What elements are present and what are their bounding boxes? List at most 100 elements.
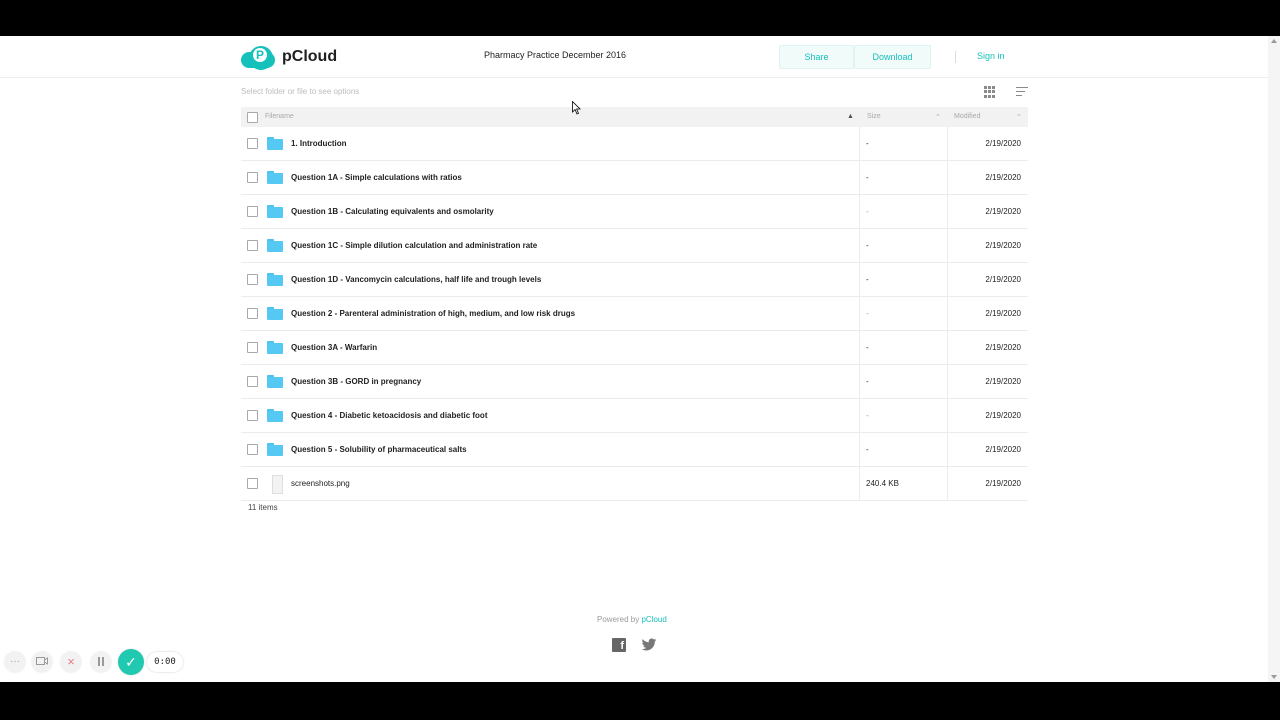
modified-sort-icon[interactable]: ⌃	[1016, 113, 1022, 121]
column-divider	[947, 467, 948, 500]
row-size: -	[866, 309, 869, 318]
folder-icon	[267, 409, 283, 422]
folder-icon	[267, 375, 283, 388]
table-body: 1. Introduction - 2/19/2020 Question 1A - S…	[241, 127, 1028, 501]
top-header: P pCloud Pharmacy Practice December 2016…	[0, 36, 1280, 78]
header-divider	[955, 51, 956, 63]
column-divider	[947, 229, 948, 262]
powered-by-link[interactable]: pCloud	[641, 615, 666, 624]
row-filename[interactable]: Question 1B - Calculating equivalents an…	[291, 207, 494, 216]
row-filename[interactable]: screenshots.png	[291, 479, 350, 488]
table-row[interactable]: screenshots.png 240.4 KB 2/19/2020	[241, 467, 1028, 501]
pause-icon[interactable]	[91, 652, 111, 672]
sort-asc-icon[interactable]: ▲	[847, 113, 854, 120]
scroll-down-icon[interactable]	[1271, 675, 1277, 679]
file-table: Filename ▲ Size ⌃ Modified ⌃ 1. Introduc…	[241, 107, 1028, 501]
column-size[interactable]: Size	[867, 113, 881, 120]
row-checkbox[interactable]	[247, 410, 258, 421]
download-button[interactable]: Download	[854, 45, 931, 69]
recording-timer: 0:00	[147, 652, 183, 672]
row-size: -	[866, 343, 869, 352]
grid-view-icon[interactable]	[984, 86, 996, 98]
pcloud-logo[interactable]: P pCloud	[241, 46, 338, 70]
column-divider	[947, 195, 948, 228]
row-checkbox[interactable]	[247, 308, 258, 319]
facebook-icon[interactable]: f	[612, 638, 626, 652]
recorder-more-icon[interactable]: ···	[5, 652, 25, 672]
table-row[interactable]: Question 4 - Diabetic ketoacidosis and d…	[241, 399, 1028, 433]
row-modified-date: 2/19/2020	[985, 343, 1021, 352]
row-filename[interactable]: Question 1C - Simple dilution calculatio…	[291, 241, 537, 250]
row-checkbox[interactable]	[247, 342, 258, 353]
file-icon	[267, 475, 283, 494]
table-row[interactable]: Question 3A - Warfarin - 2/19/2020	[241, 331, 1028, 365]
browser-page: P pCloud Pharmacy Practice December 2016…	[0, 36, 1280, 682]
row-modified-date: 2/19/2020	[985, 377, 1021, 386]
row-checkbox[interactable]	[247, 444, 258, 455]
table-row[interactable]: Question 1C - Simple dilution calculatio…	[241, 229, 1028, 263]
select-all-checkbox[interactable]	[247, 112, 258, 123]
scroll-up-icon[interactable]	[1271, 39, 1277, 43]
column-divider	[859, 229, 860, 262]
row-modified-date: 2/19/2020	[985, 445, 1021, 454]
row-modified-date: 2/19/2020	[985, 241, 1021, 250]
column-divider	[859, 399, 860, 432]
size-sort-icon[interactable]: ⌃	[935, 113, 941, 121]
folder-icon	[267, 171, 283, 184]
row-size: -	[866, 377, 869, 386]
folder-icon	[267, 307, 283, 320]
row-checkbox[interactable]	[247, 478, 258, 489]
page-scrollbar[interactable]	[1268, 36, 1280, 682]
row-filename[interactable]: Question 1D - Vancomycin calculations, h…	[291, 275, 541, 284]
row-checkbox[interactable]	[247, 240, 258, 251]
powered-by-text: Powered by	[597, 615, 642, 624]
logo-text: pCloud	[282, 48, 338, 65]
row-filename[interactable]: Question 2 - Parenteral administration o…	[291, 309, 575, 318]
webcam-icon[interactable]	[32, 652, 52, 672]
column-divider	[947, 399, 948, 432]
row-filename[interactable]: Question 3A - Warfarin	[291, 343, 377, 352]
row-filename[interactable]: Question 4 - Diabetic ketoacidosis and d…	[291, 411, 487, 420]
column-filename[interactable]: Filename	[265, 113, 294, 120]
column-divider	[947, 297, 948, 330]
table-header: Filename ▲ Size ⌃ Modified ⌃	[241, 107, 1028, 127]
column-modified[interactable]: Modified	[954, 113, 980, 120]
row-modified-date: 2/19/2020	[985, 139, 1021, 148]
row-modified-date: 2/19/2020	[985, 411, 1021, 420]
sign-in-link[interactable]: Sign in	[977, 51, 1005, 61]
share-button[interactable]: Share	[779, 45, 854, 69]
column-divider	[859, 365, 860, 398]
folder-icon	[267, 443, 283, 456]
table-row[interactable]: Question 5 - Solubility of pharmaceutica…	[241, 433, 1028, 467]
cancel-recording-icon[interactable]: ×	[61, 652, 81, 672]
table-row[interactable]: Question 1D - Vancomycin calculations, h…	[241, 263, 1028, 297]
column-divider	[947, 433, 948, 466]
row-filename[interactable]: 1. Introduction	[291, 139, 347, 148]
table-row[interactable]: 1. Introduction - 2/19/2020	[241, 127, 1028, 161]
row-checkbox[interactable]	[247, 172, 258, 183]
column-divider	[947, 161, 948, 194]
finish-recording-icon[interactable]: ✓	[118, 649, 144, 675]
row-filename[interactable]: Question 3B - GORD in pregnancy	[291, 377, 421, 386]
row-size: -	[866, 207, 869, 216]
folder-icon	[267, 341, 283, 354]
table-row[interactable]: Question 3B - GORD in pregnancy - 2/19/202…	[241, 365, 1028, 399]
table-row[interactable]: Question 1A - Simple calculations with r…	[241, 161, 1028, 195]
folder-icon	[267, 239, 283, 252]
twitter-icon[interactable]	[641, 638, 657, 652]
table-row[interactable]: Question 2 - Parenteral administration o…	[241, 297, 1028, 331]
row-checkbox[interactable]	[247, 376, 258, 387]
column-divider	[947, 127, 948, 160]
row-checkbox[interactable]	[247, 138, 258, 149]
row-size: -	[866, 275, 869, 284]
table-row[interactable]: Question 1B - Calculating equivalents an…	[241, 195, 1028, 229]
row-checkbox[interactable]	[247, 206, 258, 217]
sort-icon[interactable]	[1016, 87, 1028, 97]
row-modified-date: 2/19/2020	[985, 275, 1021, 284]
row-filename[interactable]: Question 1A - Simple calculations with r…	[291, 173, 462, 182]
column-divider	[859, 297, 860, 330]
column-divider	[859, 331, 860, 364]
row-checkbox[interactable]	[247, 274, 258, 285]
row-modified-date: 2/19/2020	[985, 479, 1021, 488]
row-filename[interactable]: Question 5 - Solubility of pharmaceutica…	[291, 445, 467, 454]
